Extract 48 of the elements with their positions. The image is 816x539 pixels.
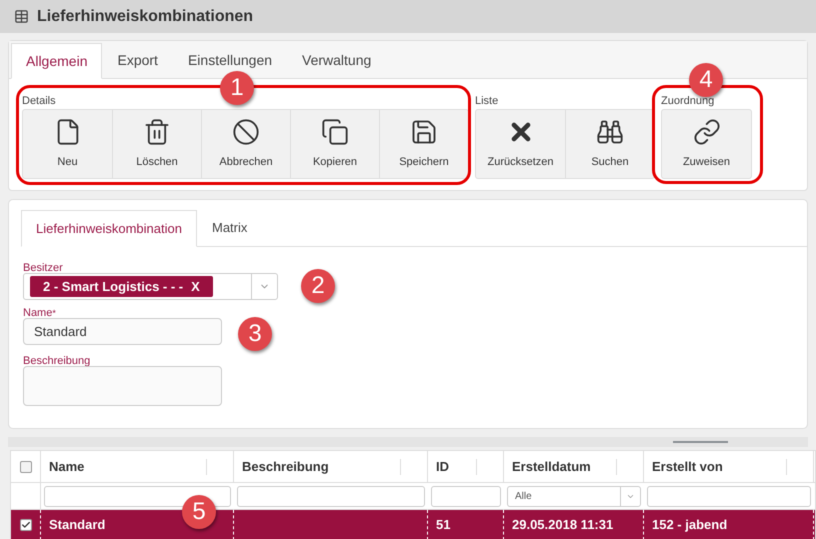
table-icon bbox=[14, 9, 29, 24]
search-icon bbox=[596, 118, 624, 146]
tag-text: 2 - Smart Logistics - - - bbox=[43, 278, 184, 296]
tag-remove[interactable]: X bbox=[191, 276, 200, 296]
table-cell-text: 51 bbox=[436, 516, 450, 534]
column-header[interactable]: ID bbox=[436, 456, 476, 476]
field-label: Besitzer bbox=[23, 261, 64, 273]
splitter[interactable] bbox=[8, 437, 808, 447]
table-cell-text: Standard bbox=[49, 516, 106, 534]
toolbar-button[interactable]: Kopieren bbox=[290, 110, 379, 178]
toolbar-button[interactable]: Neu bbox=[23, 110, 112, 178]
delete-icon bbox=[143, 118, 171, 146]
tab[interactable]: Allgemein bbox=[11, 43, 102, 79]
filter-select[interactable]: Alle bbox=[507, 486, 641, 506]
filter-field[interactable] bbox=[431, 486, 501, 506]
save-icon bbox=[410, 118, 438, 146]
copy-icon bbox=[321, 118, 349, 146]
tab[interactable]: Matrix bbox=[196, 210, 262, 246]
tab[interactable]: Export bbox=[102, 43, 173, 78]
tab[interactable]: Lieferhinweiskombination bbox=[21, 210, 197, 247]
toolbar-button[interactable]: Zuweisen bbox=[662, 110, 751, 178]
column-header[interactable]: Erstelldatum bbox=[512, 456, 616, 476]
filter-field[interactable] bbox=[237, 486, 425, 506]
group-label: Liste bbox=[475, 94, 500, 109]
assign-icon bbox=[692, 118, 720, 146]
window-title: Lieferhinweiskombinationen bbox=[37, 6, 254, 26]
column-header[interactable]: Beschreibung bbox=[242, 456, 400, 476]
table-cell-text: 29.05.2018 11:31 bbox=[512, 516, 614, 534]
filter-field[interactable] bbox=[647, 486, 811, 506]
column-header[interactable]: Name bbox=[49, 456, 206, 476]
description-field[interactable] bbox=[23, 366, 222, 406]
toolbar-button[interactable]: Suchen bbox=[565, 110, 654, 178]
group-label: Details bbox=[22, 94, 57, 109]
field-label: Name* bbox=[23, 306, 57, 318]
tab[interactable]: Verwaltung bbox=[287, 43, 386, 78]
toolbar-button[interactable]: Löschen bbox=[112, 110, 201, 178]
group-label: Zuordnung bbox=[661, 94, 716, 109]
row-checkbox[interactable] bbox=[20, 519, 32, 531]
table-cell-text: 152 - jabend bbox=[652, 516, 728, 534]
owner-select[interactable]: 2 - Smart Logistics - - - X bbox=[23, 273, 278, 300]
field-label: Beschreibung bbox=[23, 354, 92, 366]
toolbar-button[interactable]: Abbrechen bbox=[201, 110, 290, 178]
header-checkbox[interactable] bbox=[20, 460, 32, 472]
name-field[interactable]: Standard bbox=[23, 318, 222, 345]
toolbar-button[interactable]: Speichern bbox=[379, 110, 468, 178]
toolbar-button[interactable]: Zurücksetzen bbox=[476, 110, 565, 178]
cancel-icon bbox=[232, 118, 260, 146]
column-header[interactable]: Erstellt von bbox=[652, 456, 786, 476]
